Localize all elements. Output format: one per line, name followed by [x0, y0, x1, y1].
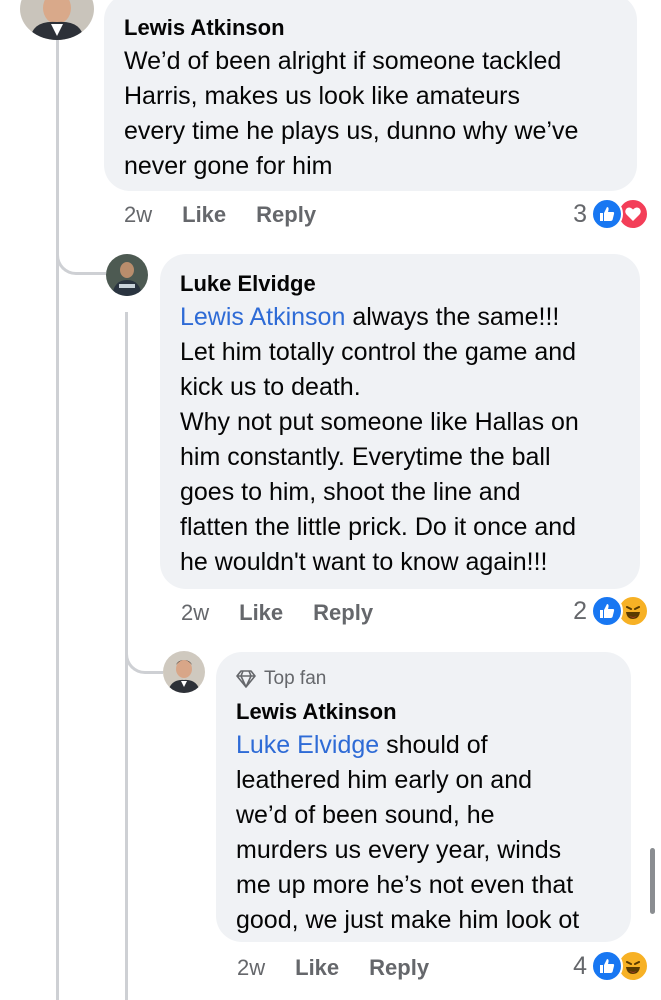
comment-author[interactable]: Lewis Atkinson: [124, 14, 617, 42]
like-button[interactable]: Like: [182, 202, 226, 228]
like-button[interactable]: Like: [295, 955, 339, 981]
thread-connector-reply-2: [125, 632, 163, 674]
comment-text: Luke Elvidge should of leathered him ear…: [236, 728, 611, 938]
comment-author[interactable]: Lewis Atkinson: [236, 698, 611, 726]
avatar-lewis-atkinson-reply[interactable]: [163, 651, 205, 693]
mention-link[interactable]: Lewis Atkinson: [180, 303, 345, 331]
comment-timestamp[interactable]: 2w: [237, 955, 265, 981]
reply-button[interactable]: Reply: [313, 600, 373, 626]
comment-bubble-2: Luke Elvidge Lewis Atkinson always the s…: [160, 254, 640, 589]
reaction-summary-3[interactable]: 4: [573, 950, 649, 982]
reaction-count: 4: [573, 951, 587, 980]
comment-timestamp[interactable]: 2w: [181, 600, 209, 626]
avatar-lewis-atkinson[interactable]: [20, 0, 94, 40]
comment-text-body: always the same!!! Let him totally contr…: [180, 303, 579, 576]
comment-text-body: should of leathered him early on and we’…: [236, 731, 580, 934]
reaction-summary-1[interactable]: 3: [573, 198, 649, 230]
like-icon: [591, 595, 623, 627]
comment-actions-2: 2w Like Reply: [181, 600, 373, 626]
comment-bubble-3: Top fan Lewis Atkinson Luke Elvidge shou…: [216, 652, 631, 942]
reaction-summary-2[interactable]: 2: [573, 595, 649, 627]
avatar-luke-elvidge[interactable]: [106, 254, 148, 296]
reply-button[interactable]: Reply: [256, 202, 316, 228]
scrollbar-thumb[interactable]: [650, 848, 655, 914]
reaction-count: 2: [573, 596, 587, 625]
comment-text: Lewis Atkinson always the same!!! Let hi…: [180, 300, 620, 580]
comment-bubble-1: Lewis Atkinson We’d of been alright if s…: [104, 0, 637, 191]
reaction-count: 3: [573, 199, 587, 228]
comment-actions-3: 2w Like Reply: [237, 955, 429, 981]
mention-link[interactable]: Luke Elvidge: [236, 731, 379, 759]
like-icon: [591, 198, 623, 230]
badge-label: Top fan: [264, 668, 327, 689]
top-fan-badge: Top fan: [236, 666, 611, 692]
thread-connector-reply-1: [56, 235, 106, 275]
reply-button[interactable]: Reply: [369, 955, 429, 981]
diamond-icon: [236, 670, 256, 688]
comment-actions-1: 2w Like Reply: [124, 202, 316, 228]
comment-timestamp[interactable]: 2w: [124, 202, 152, 228]
comment-text: We’d of been alright if someone tackled …: [124, 47, 579, 180]
thread-line-main: [56, 40, 59, 1000]
like-button[interactable]: Like: [239, 600, 283, 626]
comment-author[interactable]: Luke Elvidge: [180, 270, 620, 298]
like-icon: [591, 950, 623, 982]
